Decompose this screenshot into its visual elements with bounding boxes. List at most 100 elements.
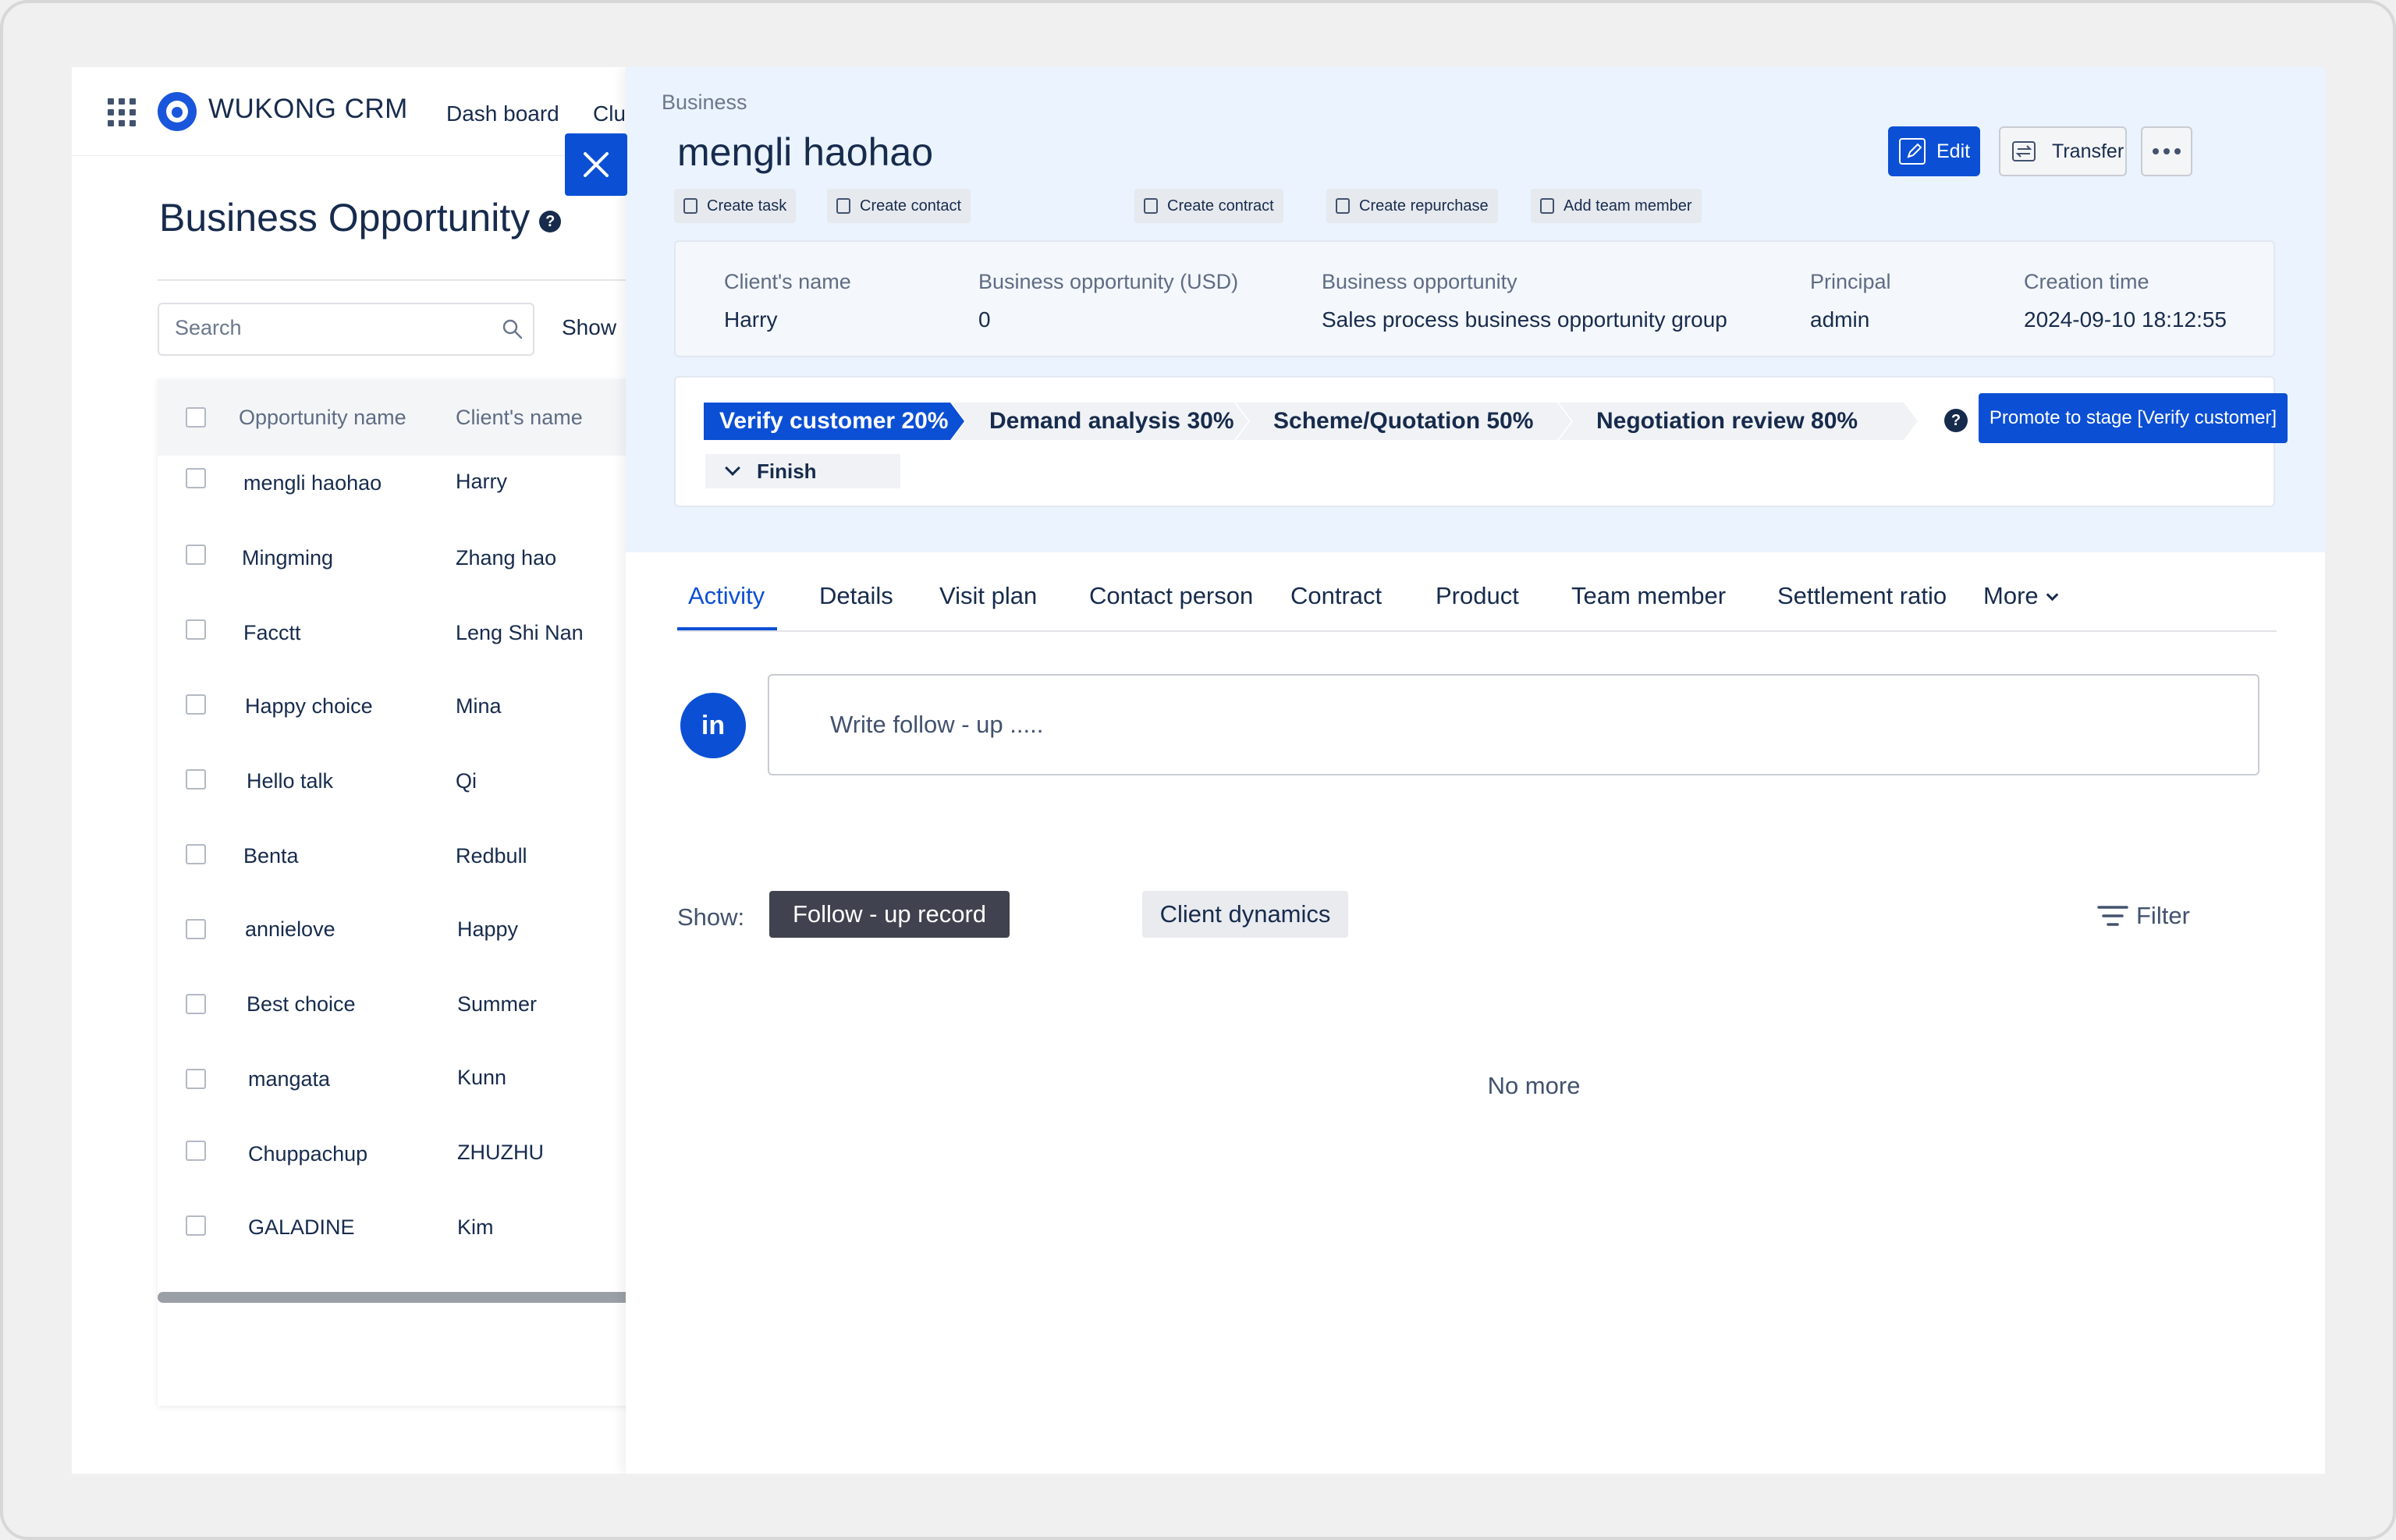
tab-settlement-ratio[interactable]: Settlement ratio: [1777, 582, 1947, 610]
search-icon[interactable]: [502, 318, 524, 340]
tab-visit-plan[interactable]: Visit plan: [939, 582, 1037, 610]
table-header: Opportunity name Client's name: [158, 379, 634, 456]
tab-more[interactable]: More: [1983, 582, 2058, 610]
opportunity-name-cell[interactable]: mengli haohao: [243, 471, 382, 495]
table-row[interactable]: Chuppachup ZHUZHU: [158, 1133, 634, 1206]
client-name-cell: Happy: [457, 917, 519, 941]
opportunity-group-label: Business opportunity: [1322, 270, 1517, 293]
follow-up-box[interactable]: [768, 674, 2259, 775]
create-task-button[interactable]: Create task: [674, 189, 797, 223]
horizontal-scrollbar[interactable]: [158, 1292, 634, 1303]
table-row[interactable]: Mingming Zhang hao: [158, 535, 634, 609]
opportunity-table: Opportunity name Client's name mengli ha…: [158, 379, 634, 1406]
opportunity-name-cell[interactable]: Mingming: [242, 546, 333, 570]
opportunity-name-cell[interactable]: annielove: [245, 917, 335, 942]
row-checkbox[interactable]: [186, 468, 206, 488]
chevron-down-icon: [2046, 588, 2058, 601]
row-checkbox[interactable]: [186, 919, 206, 939]
help-icon[interactable]: ?: [539, 211, 562, 232]
more-actions-button[interactable]: [2141, 126, 2192, 176]
finish-stage-dropdown[interactable]: Finish: [705, 454, 900, 488]
table-row[interactable]: Facctt Leng Shi Nan: [158, 610, 634, 683]
row-checkbox[interactable]: [186, 994, 206, 1014]
row-checkbox[interactable]: [186, 694, 206, 715]
opportunity-name-cell[interactable]: GALADINE: [248, 1215, 355, 1240]
show-filter-label: Show:: [677, 903, 745, 931]
table-row[interactable]: Hello talk Qi: [158, 760, 634, 833]
table-row[interactable]: Happy choice Mina: [158, 685, 634, 758]
divider: [158, 279, 634, 281]
stage-verify-customer-label: Verify customer 20%: [719, 408, 949, 434]
row-checkbox[interactable]: [186, 844, 206, 864]
close-drawer-button[interactable]: [565, 133, 627, 196]
client-dynamics-chip[interactable]: Client dynamics: [1142, 891, 1348, 938]
client-name-cell: Zhang hao: [456, 546, 557, 570]
principal-value: admin: [1810, 307, 1870, 332]
row-checkbox[interactable]: [186, 619, 206, 640]
tab-activity[interactable]: Activity: [688, 582, 765, 610]
client-name-label: Client's name: [724, 270, 851, 293]
nav-client[interactable]: Clu: [593, 101, 624, 126]
edit-icon: [1899, 138, 1926, 165]
edit-button[interactable]: Edit: [1888, 126, 1980, 176]
table-row[interactable]: mengli haohao Harry: [158, 460, 634, 534]
create-contact-button[interactable]: Create contact: [827, 189, 971, 223]
column-header-opportunity-name[interactable]: Opportunity name: [239, 406, 406, 430]
create-repurchase-button[interactable]: Create repurchase: [1326, 189, 1498, 223]
follow-up-input[interactable]: [769, 676, 2258, 774]
tab-team-member[interactable]: Team member: [1571, 582, 1726, 610]
client-name-value: Harry: [724, 307, 778, 332]
add-team-member-button[interactable]: Add team member: [1531, 189, 1702, 223]
top-nav-bar: WUKONG CRM Dash board Clu: [72, 67, 634, 156]
opportunity-name-cell[interactable]: Benta: [243, 844, 299, 868]
tab-contact-person[interactable]: Contact person: [1089, 582, 1253, 610]
row-checkbox[interactable]: [186, 1215, 206, 1236]
search-input[interactable]: [159, 304, 487, 351]
transfer-button[interactable]: Transfer: [1999, 126, 2127, 176]
table-row[interactable]: GALADINE Kim: [158, 1208, 634, 1281]
opportunity-detail-drawer: Business mengli haohao Edit Transfer Cre…: [626, 67, 2325, 1474]
row-checkbox[interactable]: [186, 1069, 206, 1089]
tab-product[interactable]: Product: [1436, 582, 1519, 610]
row-checkbox[interactable]: [186, 1141, 206, 1161]
opportunity-name-cell[interactable]: Best choice: [247, 992, 356, 1017]
table-row[interactable]: Benta Redbull: [158, 835, 634, 908]
opportunity-name-cell[interactable]: Chuppachup: [248, 1142, 367, 1166]
transfer-icon: [2012, 141, 2036, 161]
breadcrumb: Business: [662, 90, 747, 114]
brand-logo-icon: [158, 92, 197, 131]
row-checkbox[interactable]: [186, 545, 206, 565]
select-all-checkbox[interactable]: [186, 407, 206, 428]
table-row[interactable]: mangata Kunn: [158, 1059, 634, 1133]
creation-time-label: Creation time: [2024, 270, 2149, 293]
promote-stage-button[interactable]: Promote to stage [Verify customer]: [1979, 393, 2288, 443]
opportunity-group-value: Sales process business opportunity group: [1322, 307, 1727, 332]
row-checkbox[interactable]: [186, 769, 206, 790]
opportunity-name-cell[interactable]: Facctt: [243, 621, 301, 645]
contract-icon: [1144, 198, 1158, 214]
opportunity-name-cell[interactable]: Hello talk: [247, 769, 333, 793]
empty-state-text: No more: [1487, 1072, 1581, 1099]
opportunity-name-cell[interactable]: mangata: [248, 1067, 330, 1091]
filter-button[interactable]: Filter: [2096, 902, 2190, 930]
page-title: Business Opportunity: [159, 196, 531, 240]
ellipsis-icon: [2153, 148, 2159, 154]
detail-tabs: Activity Details Visit plan Contact pers…: [677, 582, 2277, 632]
stage-scheme-quotation-label: Scheme/Quotation 50%: [1273, 408, 1534, 434]
follow-up-record-chip[interactable]: Follow - up record: [769, 891, 1010, 938]
column-header-client-name[interactable]: Client's name: [456, 406, 583, 430]
calendar-icon: [683, 198, 698, 214]
opportunity-name-cell[interactable]: Happy choice: [245, 694, 373, 719]
active-tab-indicator: [677, 627, 777, 630]
table-row[interactable]: annielove Happy: [158, 910, 634, 983]
tab-details[interactable]: Details: [819, 582, 893, 610]
help-icon[interactable]: ?: [1944, 409, 1968, 432]
app-grid-icon[interactable]: [108, 98, 136, 126]
nav-dashboard[interactable]: Dash board: [446, 101, 559, 126]
crm-app: WUKONG CRM Dash board Clu Business Oppor…: [72, 67, 2325, 1474]
search-box[interactable]: [158, 303, 534, 356]
table-row[interactable]: Best choice Summer: [158, 985, 634, 1058]
create-contract-button[interactable]: Create contract: [1134, 189, 1283, 223]
tab-contract[interactable]: Contract: [1290, 582, 1382, 610]
client-name-cell: Leng Shi Nan: [456, 621, 584, 644]
